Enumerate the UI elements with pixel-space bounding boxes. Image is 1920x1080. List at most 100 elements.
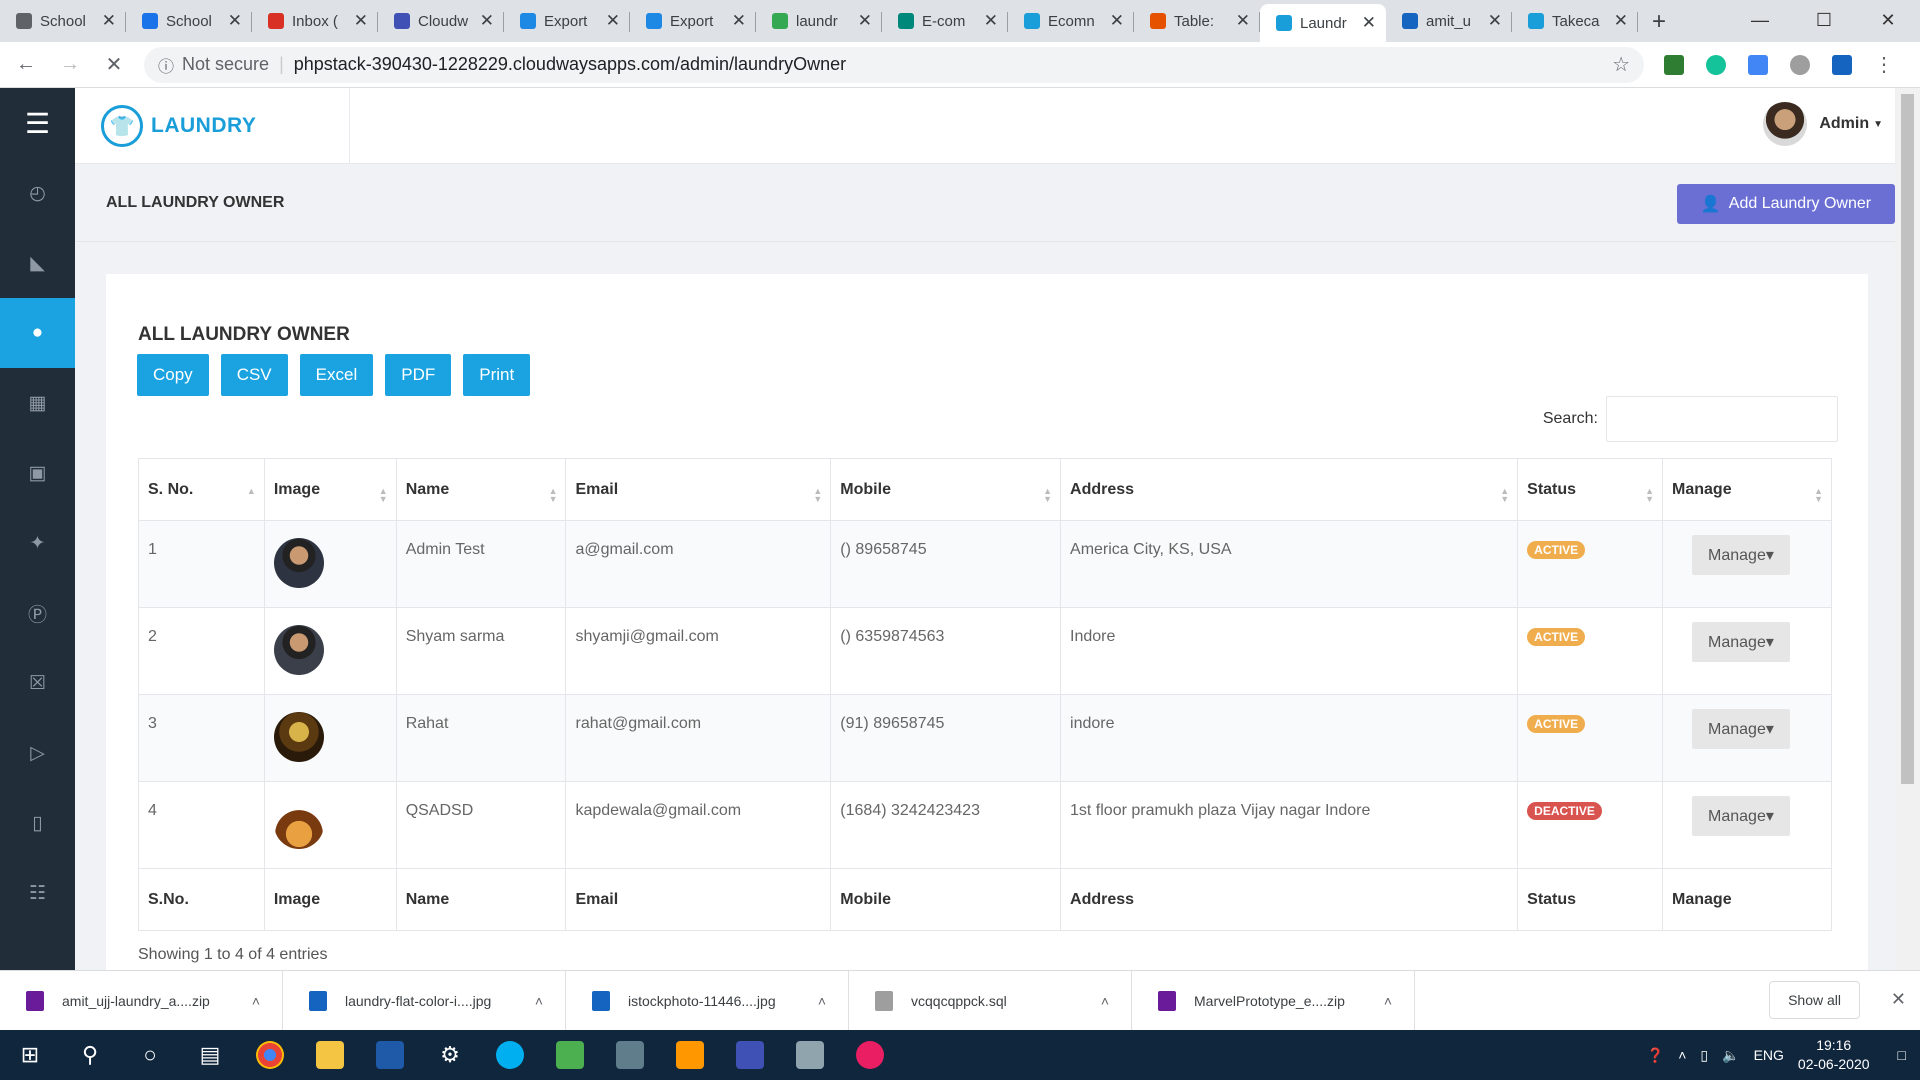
browser-tab[interactable]: E-com ✕ (882, 4, 1008, 38)
tab-close-icon[interactable]: ✕ (1110, 11, 1124, 31)
close-window-icon[interactable]: ✕ (1856, 0, 1920, 40)
app-taskbar-icon[interactable] (360, 1030, 420, 1080)
file-explorer-icon[interactable] (300, 1030, 360, 1080)
tab-close-icon[interactable]: ✕ (1236, 11, 1250, 31)
tab-close-icon[interactable]: ✕ (1614, 11, 1628, 31)
forward-icon[interactable]: → (52, 53, 88, 76)
column-header[interactable]: Name ▲ ▼ (395, 458, 567, 521)
browser-tab[interactable]: Export ✕ (630, 4, 756, 38)
help-icon[interactable]: ❓ (1647, 1047, 1664, 1064)
info-icon[interactable]: ⓘ (158, 53, 174, 77)
browser-tab[interactable]: Export ✕ (504, 4, 630, 38)
column-header[interactable]: Email ▲ ▼ (565, 458, 832, 521)
translate-icon[interactable] (1748, 54, 1768, 75)
close-downloads-icon[interactable]: ✕ (1891, 989, 1906, 1010)
browser-tab[interactable]: School ✕ (0, 4, 126, 38)
column-header[interactable]: Image ▲ ▼ (263, 458, 397, 521)
sidebar-item[interactable]: ◣ (0, 228, 75, 298)
sublime-taskbar-icon[interactable] (660, 1030, 720, 1080)
window-app-taskbar-icon[interactable] (600, 1030, 660, 1080)
column-header[interactable]: Mobile ▲ ▼ (830, 458, 1062, 521)
export-button-excel[interactable]: Excel (299, 354, 374, 396)
tab-close-icon[interactable]: ✕ (480, 11, 494, 31)
add-laundry-owner-button[interactable]: 👤 Add Laundry Owner (1677, 184, 1895, 224)
task-view-icon[interactable]: ▤ (180, 1030, 240, 1080)
column-header[interactable]: Address ▲ ▼ (1060, 458, 1519, 521)
sidebar-item[interactable]: ▯ (0, 788, 75, 858)
tab-close-icon[interactable]: ✕ (732, 11, 746, 31)
browser-tab[interactable]: laundr ✕ (756, 4, 882, 38)
image-app-taskbar-icon[interactable] (540, 1030, 600, 1080)
chevron-up-icon[interactable]: ˄ (252, 993, 260, 1009)
tab-close-icon[interactable]: ✕ (606, 11, 620, 31)
settings-taskbar-icon[interactable]: ⚙ (420, 1030, 480, 1080)
menu-kebab-icon[interactable]: ⋮ (1874, 52, 1894, 77)
export-button-copy[interactable]: Copy (137, 354, 209, 396)
manage-dropdown-button[interactable]: Manage▾ (1692, 796, 1790, 836)
export-button-csv[interactable]: CSV (220, 354, 288, 396)
chevron-up-icon[interactable]: ˄ (1101, 993, 1109, 1009)
network-app-taskbar-icon[interactable] (720, 1030, 780, 1080)
export-button-print[interactable]: Print (463, 354, 531, 396)
sidebar-item[interactable]: ☒ (0, 648, 75, 718)
sidebar-item[interactable]: ✦ (0, 508, 75, 578)
doc-app-taskbar-icon[interactable] (780, 1030, 840, 1080)
new-tab-button[interactable]: + (1652, 8, 1666, 36)
tab-close-icon[interactable]: ✕ (1362, 13, 1376, 33)
search-icon[interactable]: ⚲ (60, 1030, 120, 1080)
itunes-taskbar-icon[interactable] (840, 1030, 900, 1080)
tab-close-icon[interactable]: ✕ (228, 11, 242, 31)
profile-extension-icon[interactable] (1832, 54, 1852, 75)
network-icon[interactable]: ▯ (1700, 1047, 1708, 1064)
column-header[interactable]: S. No. ▲ (138, 458, 265, 521)
browser-tab[interactable]: Ecomn ✕ (1008, 4, 1134, 38)
chevron-up-icon[interactable]: ˄ (535, 993, 543, 1009)
export-button-pdf[interactable]: PDF (385, 354, 452, 396)
browser-tab[interactable]: Table: ✕ (1134, 4, 1260, 38)
incognito-extension-icon[interactable] (1790, 54, 1810, 75)
chevron-up-icon[interactable]: ˄ (1678, 1047, 1686, 1063)
tab-close-icon[interactable]: ✕ (858, 11, 872, 31)
skype-taskbar-icon[interactable] (480, 1030, 540, 1080)
language-indicator[interactable]: ENG (1754, 1047, 1784, 1063)
browser-tab[interactable]: Takeca ✕ (1512, 4, 1638, 38)
show-all-downloads-button[interactable]: Show all (1769, 981, 1860, 1019)
bookmark-star-icon[interactable]: ☆ (1612, 52, 1630, 77)
scrollbar-thumb[interactable] (1901, 94, 1914, 784)
sidebar-item[interactable]: Ⓟ (0, 578, 75, 648)
cortana-icon[interactable]: ○ (120, 1030, 180, 1080)
user-menu[interactable]: Admin ▼ (1763, 102, 1883, 146)
brand[interactable]: 👕 LAUNDRY (75, 88, 350, 164)
manage-dropdown-button[interactable]: Manage▾ (1692, 622, 1790, 662)
sidebar-item[interactable]: ☷ (0, 858, 75, 928)
windows-start-icon[interactable]: ⊞ (0, 1030, 60, 1080)
minimize-icon[interactable]: — (1728, 0, 1792, 40)
page-scrollbar[interactable] (1895, 88, 1920, 970)
tab-close-icon[interactable]: ✕ (1488, 11, 1502, 31)
sidebar-item[interactable]: ▣ (0, 438, 75, 508)
omnibox[interactable]: ⓘ Not secure | phpstack-390430-1228229.c… (144, 46, 1644, 83)
stop-loading-icon[interactable]: ✕ (96, 52, 132, 77)
extension-icon[interactable] (1664, 54, 1684, 75)
download-item[interactable]: vcqqcqppck.sql ˄ (849, 970, 1132, 1031)
download-item[interactable]: MarvelPrototype_e....zip ˄ (1132, 970, 1415, 1031)
sidebar-item[interactable]: ● (0, 298, 75, 368)
notifications-icon[interactable]: □ (1898, 1047, 1906, 1063)
chevron-up-icon[interactable]: ˄ (1384, 993, 1392, 1009)
column-header[interactable]: Manage ▲ ▼ (1662, 458, 1832, 521)
tab-close-icon[interactable]: ✕ (984, 11, 998, 31)
download-item[interactable]: amit_ujj-laundry_a....zip ˄ (0, 970, 283, 1031)
maximize-icon[interactable]: ☐ (1792, 0, 1856, 40)
clock[interactable]: 19:16 02-06-2020 (1798, 1036, 1870, 1074)
browser-tab[interactable]: Laundr ✕ (1260, 4, 1386, 42)
sidebar-item[interactable]: ▦ (0, 368, 75, 438)
column-header[interactable]: Status ▲ ▼ (1517, 458, 1664, 521)
browser-tab[interactable]: amit_u ✕ (1386, 4, 1512, 38)
browser-tab[interactable]: School ✕ (126, 4, 252, 38)
search-input[interactable] (1606, 396, 1838, 442)
manage-dropdown-button[interactable]: Manage▾ (1692, 535, 1790, 575)
chrome-taskbar-icon[interactable] (240, 1030, 300, 1080)
browser-tab[interactable]: Inbox (✕ (252, 4, 378, 38)
url-text[interactable]: phpstack-390430-1228229.cloudwaysapps.co… (294, 54, 1612, 75)
volume-icon[interactable]: 🔈 (1722, 1047, 1739, 1064)
